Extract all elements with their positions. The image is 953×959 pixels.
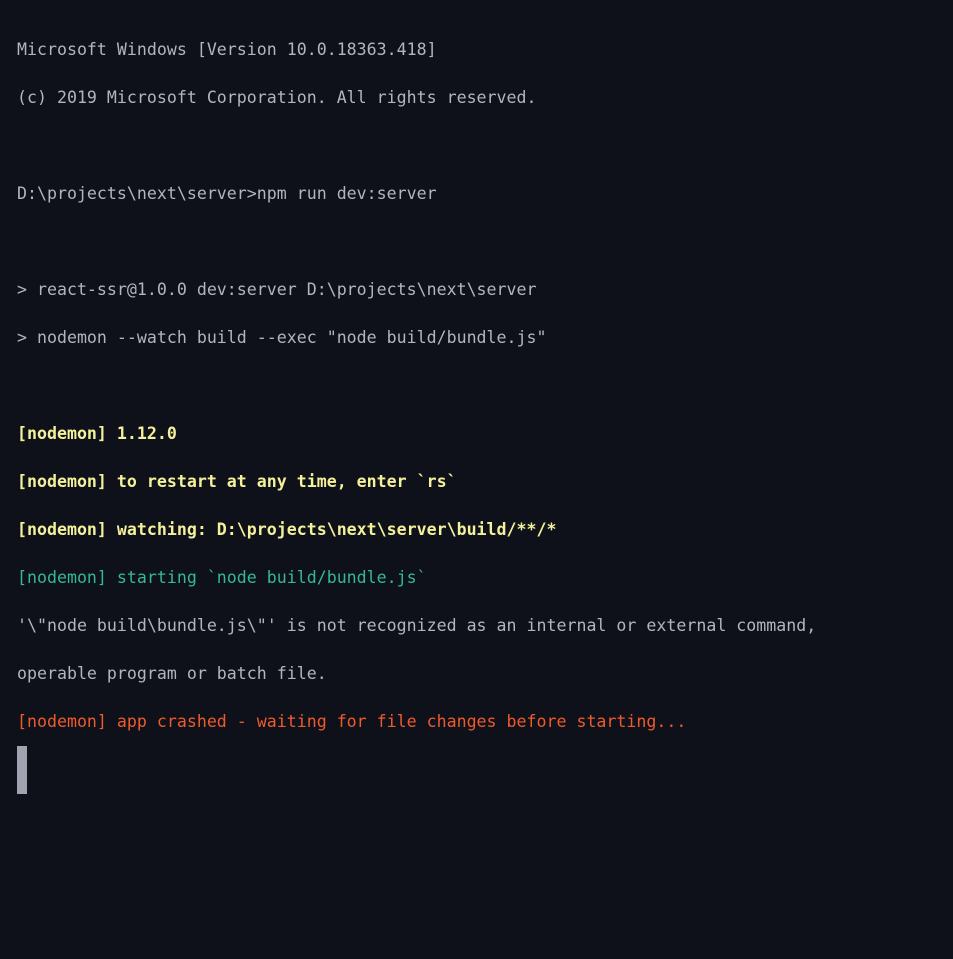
terminal-line: > react-ssr@1.0.0 dev:server D:\projects…: [17, 280, 537, 299]
terminal-window[interactable]: Microsoft Windows [Version 10.0.18363.41…: [0, 0, 953, 959]
terminal-line: operable program or batch file.: [17, 664, 327, 683]
terminal-line: Microsoft Windows [Version 10.0.18363.41…: [17, 40, 437, 59]
terminal-line: [nodemon] watching: D:\projects\next\ser…: [17, 520, 557, 539]
terminal-line: [nodemon] app crashed - waiting for file…: [17, 712, 687, 731]
terminal-line: > nodemon --watch build --exec "node bui…: [17, 328, 547, 347]
terminal-line: (c) 2019 Microsoft Corporation. All righ…: [17, 88, 537, 107]
terminal-line: [nodemon] starting `node build/bundle.js…: [17, 568, 427, 587]
terminal-line: [nodemon] to restart at any time, enter …: [17, 472, 457, 491]
prompt-row[interactable]: [17, 746, 953, 794]
text-cursor: [17, 746, 27, 794]
terminal-line: '\"node build\bundle.js\"' is not recogn…: [17, 616, 817, 635]
terminal-line: [nodemon] 1.12.0: [17, 424, 177, 443]
terminal-line: D:\projects\next\server>npm run dev:serv…: [17, 184, 437, 203]
